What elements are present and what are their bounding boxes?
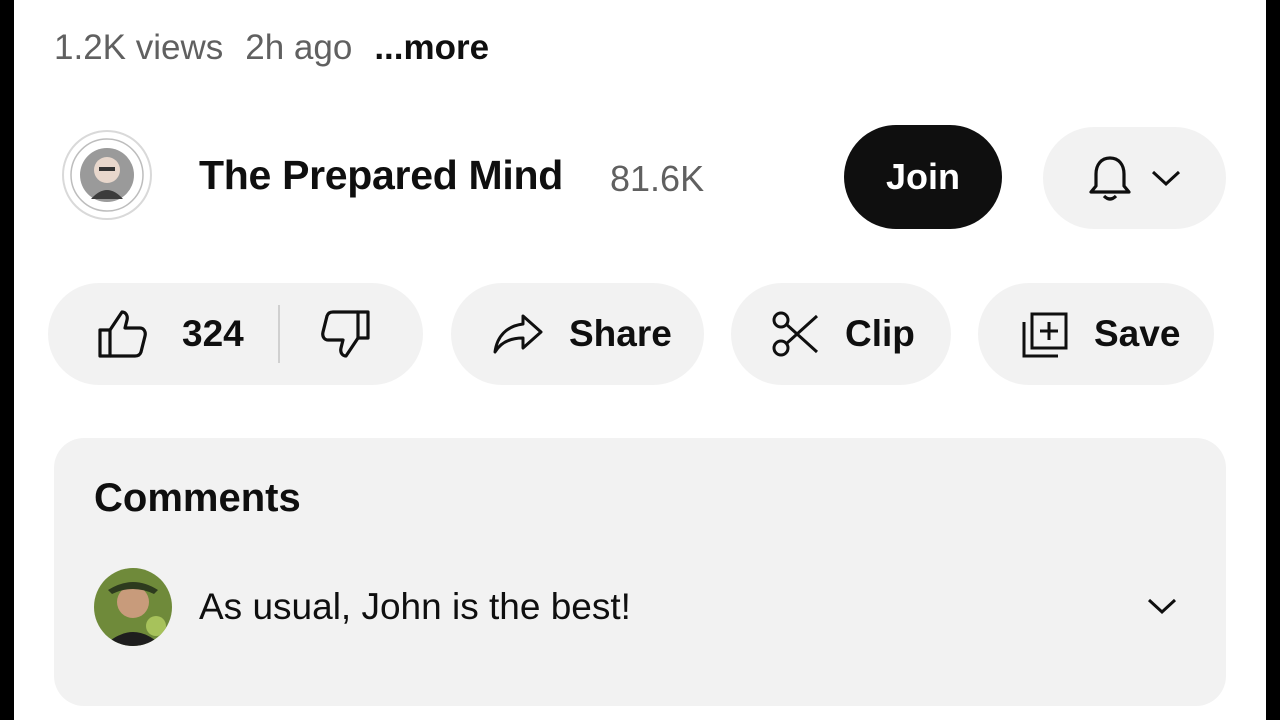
- video-details-panel: 1.2K views 2h ago ...more The Prepared M…: [14, 0, 1266, 720]
- more-button[interactable]: ...more: [374, 28, 489, 68]
- subscriber-count: 81.6K: [610, 158, 705, 199]
- thumbs-down-icon: [320, 310, 370, 358]
- add-to-playlist-icon: [1020, 310, 1070, 358]
- chevron-down-icon: [1150, 168, 1182, 188]
- thumbs-up-icon[interactable]: [96, 308, 148, 360]
- top-comment-text: As usual, John is the best!: [199, 586, 631, 627]
- save-button[interactable]: Save: [978, 283, 1214, 385]
- clip-button[interactable]: Clip: [731, 283, 951, 385]
- join-button[interactable]: Join: [844, 125, 1002, 229]
- video-meta: 1.2K views 2h ago ...more: [54, 28, 489, 68]
- notifications-button[interactable]: [1043, 127, 1226, 229]
- share-icon: [491, 312, 545, 356]
- view-count: 1.2K views: [54, 28, 224, 67]
- bell-icon: [1088, 154, 1132, 202]
- comments-section[interactable]: Comments As usual, John is the best!: [54, 438, 1226, 706]
- chevron-down-icon[interactable]: [1146, 596, 1178, 616]
- share-button[interactable]: Share: [451, 283, 704, 385]
- channel-name[interactable]: The Prepared Mind: [199, 152, 563, 199]
- dislike-button[interactable]: [320, 308, 372, 360]
- like-count[interactable]: 324: [182, 313, 244, 355]
- clip-label: Clip: [845, 313, 915, 354]
- comments-title: Comments: [94, 476, 301, 520]
- like-dislike-group: 324: [48, 283, 423, 385]
- save-label: Save: [1094, 313, 1181, 354]
- channel-avatar[interactable]: [62, 130, 152, 220]
- commenter-avatar: [94, 568, 172, 646]
- scissors-icon: [771, 310, 821, 358]
- share-label: Share: [569, 313, 672, 354]
- channel-avatar-image: [70, 138, 144, 212]
- upload-age: 2h ago: [245, 28, 353, 67]
- like-divider: [277, 305, 280, 363]
